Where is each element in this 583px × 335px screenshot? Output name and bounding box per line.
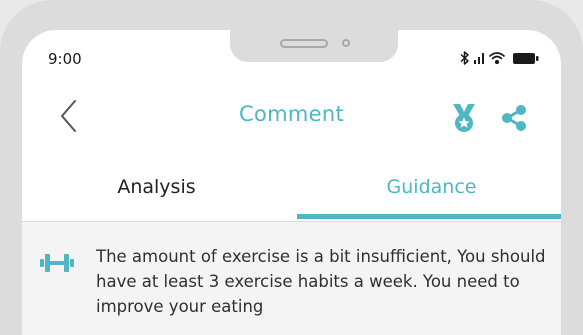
- active-tab-indicator: [297, 214, 561, 219]
- signal-icon: [474, 53, 484, 64]
- wifi-icon: [489, 52, 505, 65]
- medal-icon: [453, 104, 475, 132]
- speaker: [280, 39, 328, 48]
- dumbbell-icon: [40, 254, 74, 272]
- page-title: Comment: [239, 102, 344, 126]
- battery-icon: [513, 53, 539, 64]
- share-icon: [502, 105, 526, 131]
- share-button[interactable]: [500, 104, 528, 132]
- tab-bar: Analysis Guidance: [22, 168, 561, 220]
- tab-analysis[interactable]: Analysis: [22, 168, 291, 220]
- guidance-card: The amount of exercise is a bit insuffic…: [22, 222, 561, 335]
- medal-button[interactable]: [450, 103, 478, 133]
- notch: [230, 30, 398, 62]
- bluetooth-icon: [460, 51, 469, 65]
- guidance-text: The amount of exercise is a bit insuffic…: [96, 247, 546, 316]
- camera: [342, 39, 350, 47]
- status-time: 9:00: [48, 50, 82, 68]
- tab-guidance[interactable]: Guidance: [297, 168, 561, 220]
- status-icons: [459, 50, 543, 66]
- phone-screen: 9:00 Comment Analysis Guidance The amoun…: [22, 30, 561, 335]
